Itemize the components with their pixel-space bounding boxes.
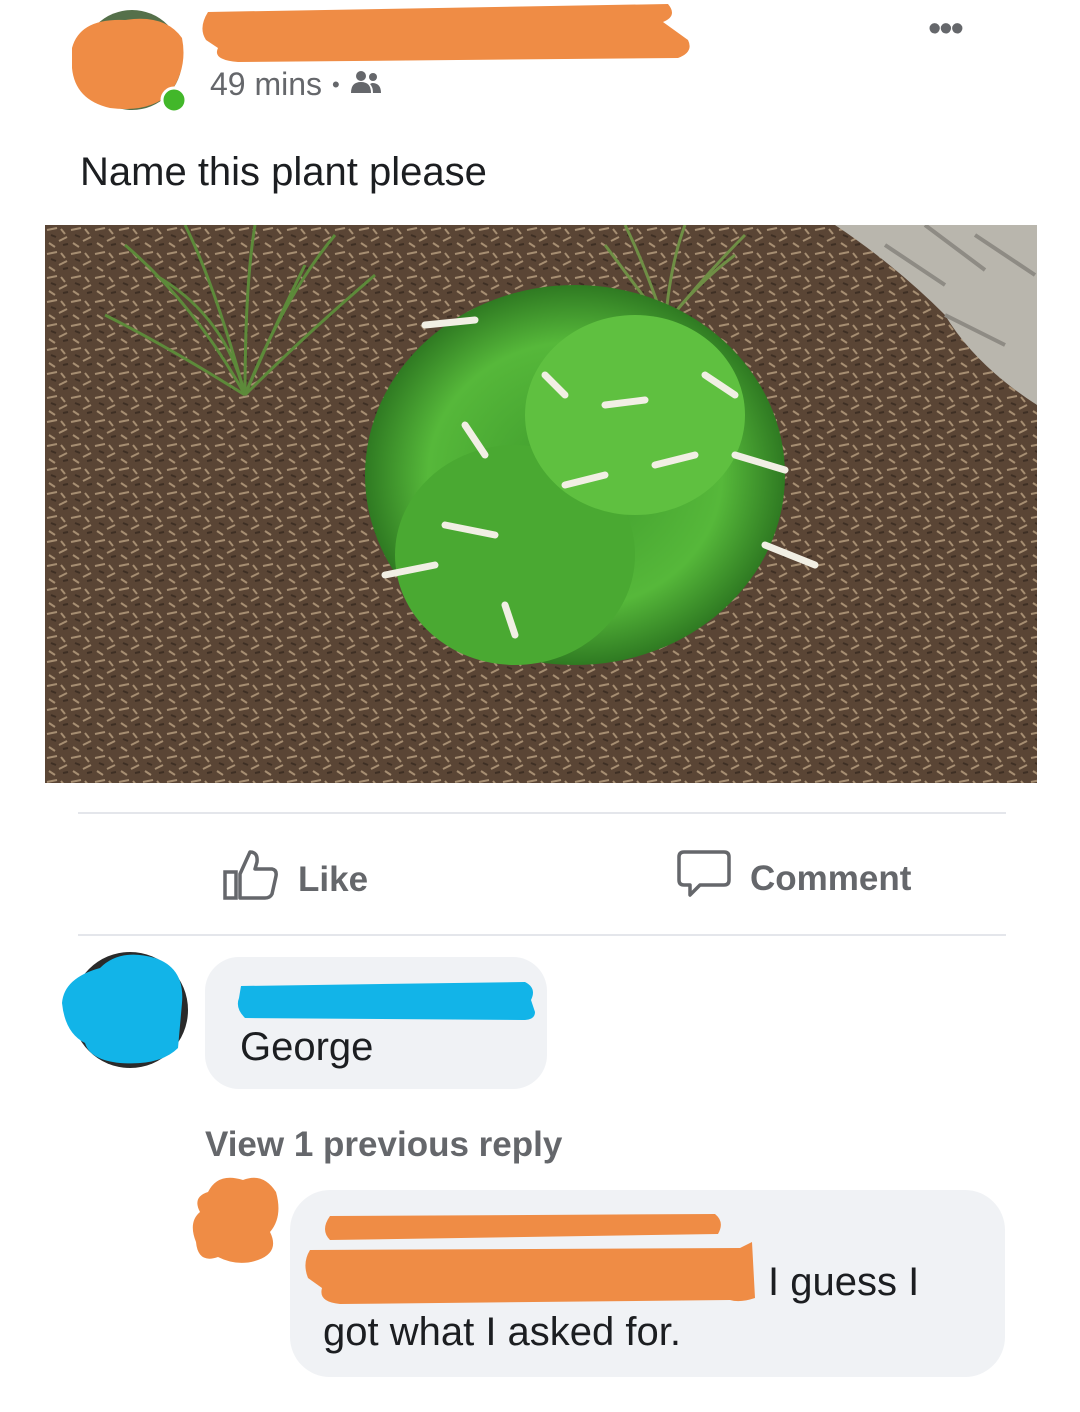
action-bar-bottom-divider — [78, 934, 1006, 936]
thumbs-up-icon — [222, 848, 280, 911]
meta-separator: • — [332, 71, 340, 97]
plant-photo[interactable] — [45, 225, 1037, 783]
reply-text-line2: got what I asked for. — [323, 1310, 681, 1354]
reply-redaction — [300, 1208, 760, 1308]
author-name-redaction — [198, 4, 698, 66]
like-button[interactable]: Like — [222, 848, 368, 911]
comment-label: Comment — [750, 858, 912, 898]
commenter-avatar[interactable] — [60, 948, 190, 1068]
action-bar-top-divider — [78, 812, 1006, 814]
commenter-name-redaction — [235, 978, 540, 1023]
replier-avatar[interactable] — [188, 1172, 283, 1267]
like-label: Like — [298, 859, 369, 899]
friends-icon — [350, 66, 382, 103]
comment-text: George — [240, 1025, 374, 1069]
post-time[interactable]: 49 mins — [210, 66, 322, 103]
comment-icon — [676, 848, 732, 909]
reply-text-line1: I guess I — [768, 1260, 920, 1304]
author-avatar[interactable] — [70, 8, 188, 114]
post-text: Name this plant please — [80, 150, 487, 194]
comment-button[interactable]: Comment — [676, 848, 911, 909]
post-meta: 49 mins • — [210, 66, 382, 103]
view-previous-replies-link[interactable]: View 1 previous reply — [205, 1125, 562, 1165]
more-options-icon[interactable]: ••• — [928, 10, 964, 48]
